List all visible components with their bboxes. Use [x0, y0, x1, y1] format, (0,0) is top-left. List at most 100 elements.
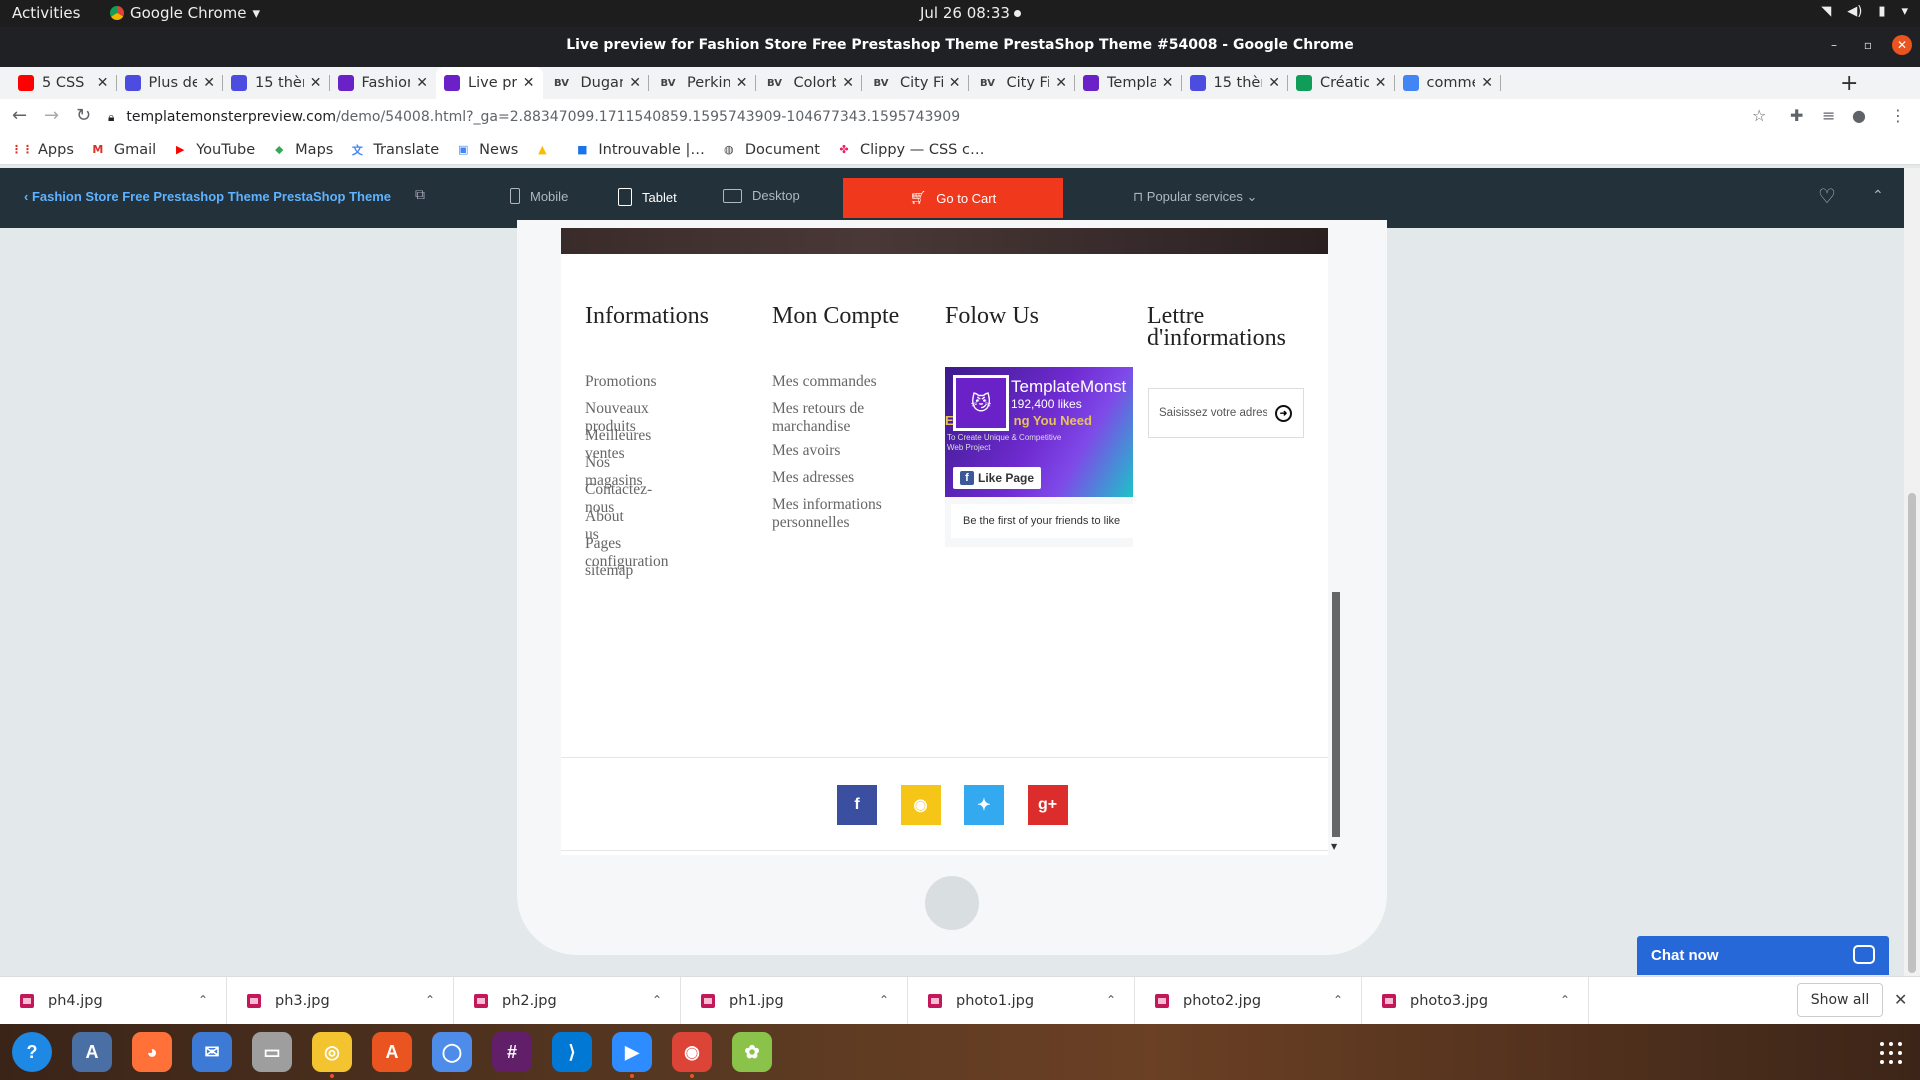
download-item[interactable]: ph1.jpg ⌃ — [681, 977, 908, 1025]
tab-close-icon[interactable]: ✕ — [310, 75, 322, 91]
forward-icon[interactable]: → — [44, 105, 59, 126]
download-item[interactable]: ph4.jpg ⌃ — [0, 977, 227, 1025]
system-tray[interactable]: ◥ ◀) ▮ ▾ — [1821, 4, 1908, 19]
bookmark-star-icon[interactable]: ☆ — [1752, 106, 1766, 125]
tab-close-icon[interactable]: ✕ — [416, 75, 428, 91]
bookmark-item[interactable]: ⋮⋮ Apps — [11, 142, 74, 158]
go-to-cart-button[interactable]: 🛒︎ Go to Cart — [843, 178, 1063, 218]
show-applications-icon[interactable] — [1880, 1042, 1902, 1064]
device-mobile-button[interactable]: Mobile — [510, 188, 568, 204]
tab-item[interactable]: Plus de 10 ✕ — [117, 67, 223, 99]
clock[interactable]: Jul 26 08:33 — [920, 4, 1010, 22]
slack-icon[interactable]: # — [492, 1032, 532, 1072]
chevron-up-icon[interactable]: ⌃ — [652, 993, 662, 1007]
back-icon[interactable]: ← — [12, 105, 27, 126]
download-item[interactable]: photo2.jpg ⌃ — [1135, 977, 1362, 1025]
tab-item[interactable]: 15 thème ✕ — [1182, 67, 1288, 99]
download-item[interactable]: photo3.jpg ⌃ — [1362, 977, 1589, 1025]
theme-title-link[interactable]: ‹ Fashion Store Free Prestashop Theme Pr… — [24, 189, 391, 204]
device-desktop-button[interactable]: Desktop — [723, 188, 800, 203]
collapse-chevron-up-icon[interactable]: ⌃ — [1872, 187, 1884, 204]
tab-close-icon[interactable]: ✕ — [1055, 75, 1067, 91]
tab-item[interactable]: 15 thème ✕ — [223, 67, 330, 99]
tab-close-icon[interactable]: ✕ — [1268, 75, 1280, 91]
tab-item[interactable]: BV City Fit Tu ✕ — [969, 67, 1075, 99]
show-all-downloads-button[interactable]: Show all — [1797, 983, 1883, 1017]
menu-kebab-icon[interactable]: ⋮ — [1890, 106, 1906, 125]
chevron-up-icon[interactable]: ⌃ — [1560, 993, 1570, 1007]
account-link[interactable]: Mes adresses — [772, 469, 902, 487]
account-link[interactable]: Mes commandes — [772, 373, 902, 391]
tab-close-icon[interactable]: ✕ — [1375, 75, 1387, 91]
tab-item[interactable]: Création ✕ — [1288, 67, 1395, 99]
tab-item[interactable]: 5 CSS ✕ — [10, 67, 117, 99]
bookmark-item[interactable]: ▲ — [534, 143, 558, 157]
tab-close-icon[interactable]: ✕ — [523, 75, 535, 91]
chevron-up-icon[interactable]: ⌃ — [425, 993, 435, 1007]
tab-close-icon[interactable]: ✕ — [1481, 75, 1493, 91]
help-icon[interactable]: ? — [12, 1032, 52, 1072]
bookmark-item[interactable]: ⬥ Maps — [271, 142, 333, 158]
bookmark-item[interactable]: ✤ Clippy — CSS c… — [836, 142, 984, 158]
bookmark-item[interactable]: ■ Introuvable |… — [574, 142, 705, 158]
bookmark-item[interactable]: ▶ YouTube — [172, 142, 255, 158]
close-window-button[interactable]: ✕ — [1892, 35, 1912, 55]
profile-avatar[interactable]: ● — [1852, 106, 1866, 125]
chevron-up-icon[interactable]: ⌃ — [879, 993, 889, 1007]
thunderbird-icon[interactable]: ✉ — [192, 1032, 232, 1072]
tab-item[interactable]: BV Dugan W ✕ — [543, 67, 649, 99]
download-item[interactable]: photo1.jpg ⌃ — [908, 977, 1135, 1025]
tab-item[interactable]: Template ✕ — [1075, 67, 1182, 99]
google-plus-icon[interactable]: g+ — [1027, 785, 1068, 825]
account-link[interactable]: Mes retours de marchandise — [772, 400, 902, 436]
close-downloads-icon[interactable]: ✕ — [1894, 990, 1907, 1009]
tab-item[interactable]: Live previ ✕ — [436, 67, 543, 99]
info-link[interactable]: sitemap — [585, 562, 633, 580]
minimize-button[interactable]: – — [1824, 35, 1844, 55]
wine-icon[interactable]: ✿ — [732, 1032, 772, 1072]
chat-now-widget[interactable]: Chat now — [1637, 936, 1889, 975]
software-icon[interactable]: A — [372, 1032, 412, 1072]
download-item[interactable]: ph3.jpg ⌃ — [227, 977, 454, 1025]
extensions-icon[interactable]: ✚ — [1790, 106, 1803, 125]
chevron-up-icon[interactable]: ⌃ — [1106, 993, 1116, 1007]
tab-close-icon[interactable]: ✕ — [629, 75, 641, 91]
address-bar[interactable]: 🔒︎ templatemonsterpreview.com/demo/54008… — [108, 102, 1768, 132]
favorite-heart-icon[interactable]: ♡ — [1818, 184, 1836, 209]
vscode-icon[interactable]: ⟩ — [552, 1032, 592, 1072]
tab-close-icon[interactable]: ✕ — [203, 75, 215, 91]
reload-icon[interactable]: ↻ — [76, 105, 91, 126]
popular-services-dropdown[interactable]: ⊓ Popular services ⌄ — [1133, 189, 1257, 205]
facebook-icon[interactable]: f — [837, 785, 877, 825]
info-link[interactable]: Promotions — [585, 373, 656, 391]
newsletter-email-input[interactable] — [1159, 407, 1267, 419]
chevron-up-icon[interactable]: ⌃ — [198, 993, 208, 1007]
twitter-icon[interactable]: ✦ — [964, 785, 1004, 825]
chevron-up-icon[interactable]: ⌃ — [1333, 993, 1343, 1007]
tab-close-icon[interactable]: ✕ — [97, 75, 109, 91]
page-scrollbar[interactable] — [1904, 168, 1920, 976]
tab-close-icon[interactable]: ✕ — [842, 75, 854, 91]
bookmark-item[interactable]: ▣ News — [455, 142, 518, 158]
preview-scrollbar[interactable]: ▼ — [1330, 228, 1342, 855]
tab-item[interactable]: comment ✕ — [1395, 67, 1501, 99]
files-icon[interactable]: ▭ — [252, 1032, 292, 1072]
chromium-icon[interactable]: ◯ — [432, 1032, 472, 1072]
account-link[interactable]: Mes avoirs — [772, 442, 902, 460]
rss-icon[interactable]: ◉ — [900, 785, 941, 825]
app-menu[interactable]: Google Chrome ▾ — [110, 4, 260, 22]
fb-page-name[interactable]: TemplateMonst — [1011, 377, 1126, 397]
tab-item[interactable]: BV Colorbloc ✕ — [756, 67, 862, 99]
download-item[interactable]: ph2.jpg ⌃ — [454, 977, 681, 1025]
scroll-down-arrow-icon[interactable]: ▼ — [1331, 842, 1337, 851]
media-control-icon[interactable]: ≡ — [1822, 106, 1835, 125]
activities-button[interactable]: Activities — [12, 4, 80, 22]
newsletter-submit-arrow-icon[interactable]: ➜ — [1275, 404, 1292, 422]
firefox-icon[interactable]: ◕ — [132, 1032, 172, 1072]
bookmark-item[interactable]: ◍ Document — [721, 142, 820, 158]
device-tablet-button[interactable]: Tablet — [618, 188, 677, 206]
lock-icon[interactable]: 🔒︎ — [108, 110, 114, 125]
tab-close-icon[interactable]: ✕ — [949, 75, 961, 91]
new-tab-button[interactable]: + — [1840, 71, 1858, 96]
tab-item[interactable]: BV Perkins P ✕ — [649, 67, 756, 99]
